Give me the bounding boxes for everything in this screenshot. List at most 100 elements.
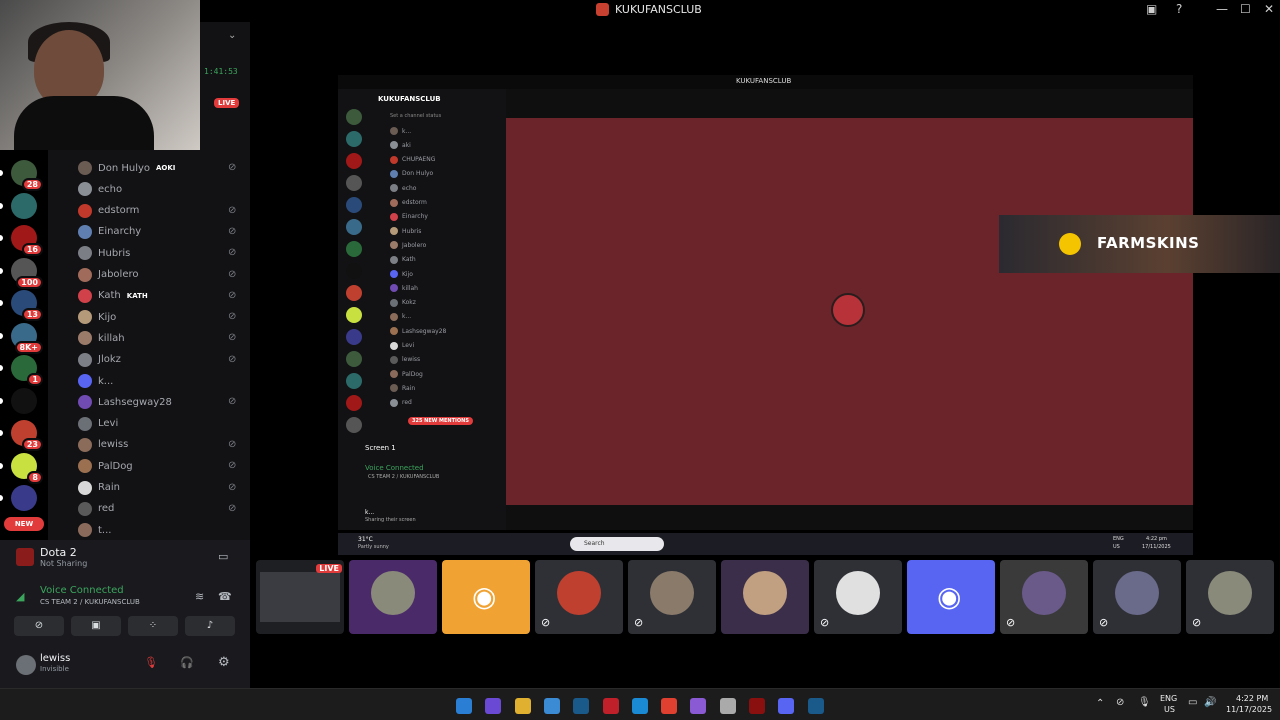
taskbar-app-icon[interactable]	[602, 698, 619, 714]
windows-taskbar: ⌃ ⊘ 🎙 ENG US ▭ 🔊 4:22 PM 11/17/2025	[0, 688, 1280, 720]
inner-member-avatar	[390, 284, 398, 293]
server-icon[interactable]: 28	[11, 160, 43, 191]
taskbar-app-icon[interactable]	[719, 698, 736, 714]
participant-tile[interactable]: ⊘	[814, 560, 902, 634]
server-icon[interactable]	[11, 485, 37, 511]
help-icon[interactable]: ?	[1176, 2, 1182, 16]
server-icon[interactable]: 100	[11, 257, 43, 289]
taskbar-app-icon[interactable]	[749, 698, 765, 714]
inner-search-label: Search	[584, 540, 605, 547]
screen-share-view[interactable]: KUKUFANSCLUB KUKUFANSCLUB Set a channel …	[338, 75, 1193, 530]
server-icon[interactable]: 8K+	[11, 322, 43, 354]
inner-member-row: Einarchy	[390, 212, 428, 221]
taskbar-app-icon[interactable]	[543, 698, 560, 714]
participant-tile[interactable]: ⊘	[1000, 560, 1088, 634]
taskbar-app-icon[interactable]	[661, 698, 678, 714]
user-name[interactable]: lewiss	[40, 653, 70, 664]
user-avatar[interactable]	[16, 655, 36, 675]
muted-icon: ⊘	[634, 616, 644, 629]
tray-chevron-icon[interactable]: ⌃	[1096, 698, 1104, 709]
muted-icon: ⊘	[228, 332, 237, 344]
server-badge: 100	[16, 275, 43, 289]
inner-member-name: CHUPAENG	[402, 156, 436, 164]
server-icon[interactable]: 16	[11, 225, 43, 256]
activity-subtitle: Not Sharing	[40, 559, 88, 568]
taskbar-app-icon[interactable]	[514, 698, 531, 714]
new-unreads-pill[interactable]: NEW	[4, 517, 44, 531]
participant-tile[interactable]: ⊘	[1093, 560, 1181, 634]
camera-off-icon: ⊘	[34, 620, 44, 631]
inner-member-avatar	[390, 127, 398, 135]
inner-server-icon	[346, 329, 362, 345]
server-icon[interactable]: 23	[11, 420, 43, 451]
member-name: k...	[98, 375, 114, 387]
member-name: t...	[98, 524, 112, 536]
chevron-down-icon[interactable]: ⌄	[228, 30, 236, 41]
network-icon[interactable]: ▭	[1188, 697, 1197, 708]
member-avatar	[78, 310, 92, 325]
inner-server-icon	[346, 219, 362, 235]
disconnect-icon[interactable]: ☎	[218, 590, 232, 603]
close-button[interactable]: ✕	[1264, 2, 1274, 16]
lang1[interactable]: ENG	[1160, 694, 1177, 703]
participant-tile[interactable]: ◉	[442, 560, 530, 634]
settings-gear-icon[interactable]: ⚙	[218, 655, 230, 670]
voice-panel: Dota 2 Not Sharing ▭ ◢ Voice Connected C…	[0, 540, 250, 690]
taskbar-app-icon[interactable]	[807, 698, 824, 714]
inner-member-row: Hubris	[390, 227, 421, 236]
server-icon[interactable]: 8	[11, 452, 43, 484]
inner-server-icon	[346, 285, 362, 301]
noise-suppression-icon[interactable]: ≋	[195, 590, 204, 603]
participant-tile[interactable]	[349, 560, 437, 634]
participant-tile[interactable]: LIVE	[256, 560, 344, 634]
inner-member-row: Rain	[390, 384, 415, 393]
participant-avatar	[557, 571, 601, 615]
server-icon[interactable]	[11, 387, 37, 414]
activities-button[interactable]: ⁘	[128, 616, 178, 636]
server-icon[interactable]: 1	[11, 355, 43, 386]
inner-server-icon	[346, 263, 362, 279]
lang2[interactable]: US	[1164, 705, 1175, 714]
voice-channel[interactable]: CS TEAM 2 / KUKUFANSCLUB	[40, 598, 140, 606]
maximize-button[interactable]: ☐	[1240, 2, 1251, 16]
server-icon[interactable]: 13	[11, 290, 43, 321]
inner-member-row: echo	[390, 184, 416, 193]
taskbar-app-icon[interactable]	[573, 698, 590, 714]
member-name: edstorm	[98, 205, 140, 217]
participant-tile[interactable]: ⊘	[1186, 560, 1274, 634]
inbox-icon[interactable]: ▣	[1146, 2, 1157, 16]
taskbar-app-icon[interactable]	[631, 698, 648, 714]
mic-icon[interactable]: 🎙	[1138, 697, 1151, 708]
participant-tile[interactable]	[721, 560, 809, 634]
participant-avatar	[836, 571, 880, 615]
headphones-icon[interactable]: 🎧	[180, 656, 194, 669]
member-avatar	[78, 352, 92, 367]
member-avatar	[78, 501, 92, 516]
screen-share-icon[interactable]: ▭	[218, 550, 228, 563]
member-row[interactable]: t...	[78, 520, 258, 540]
participant-tile[interactable]: ⊘	[628, 560, 716, 634]
camera-button[interactable]: ⊘	[14, 616, 64, 636]
discord-logo-icon: ◉	[937, 580, 962, 613]
taskbar-app-icon[interactable]	[456, 698, 472, 714]
member-row[interactable]: Levi	[78, 414, 258, 434]
inner-member-avatar	[390, 141, 398, 150]
server-icon[interactable]	[11, 192, 37, 219]
taskbar-app-icon[interactable]	[690, 698, 707, 714]
clock-date[interactable]: 11/17/2025	[1226, 705, 1272, 714]
volume-icon[interactable]: 🔊	[1204, 697, 1216, 708]
participant-tile[interactable]: ◉	[907, 560, 995, 634]
inner-new-mentions: 325 NEW MENTIONS	[408, 417, 473, 425]
taskbar-app-icon[interactable]	[778, 698, 795, 714]
clock-time[interactable]: 4:22 PM	[1236, 694, 1268, 703]
member-row[interactable]: k...	[78, 371, 258, 391]
mic-muted-icon[interactable]: 🎙	[144, 656, 158, 669]
wifi-off-icon[interactable]: ⊘	[1116, 697, 1124, 708]
participant-tile[interactable]: ⊘	[535, 560, 623, 634]
inner-member-name: red	[402, 399, 412, 407]
minimize-button[interactable]: —	[1216, 2, 1228, 16]
share-screen-button[interactable]: ▣	[71, 616, 121, 636]
taskbar-app-icon[interactable]	[485, 698, 502, 714]
member-row[interactable]: echo	[78, 179, 258, 199]
soundboard-button[interactable]: ♪	[185, 616, 235, 636]
